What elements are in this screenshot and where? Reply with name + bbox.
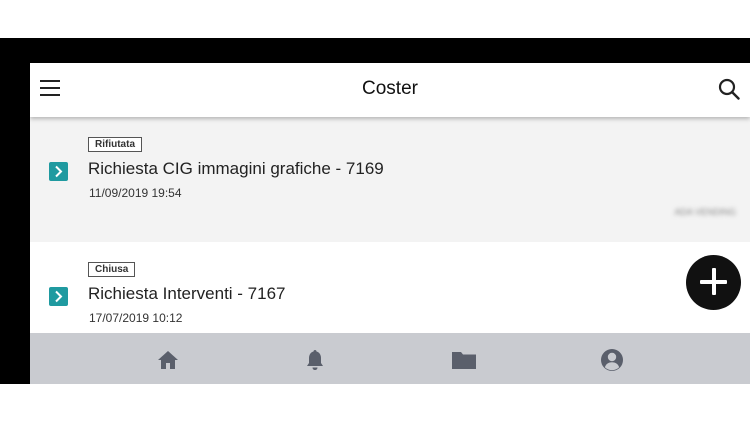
home-icon[interactable] (156, 348, 180, 372)
bottom-navigation (30, 333, 750, 384)
list-item[interactable]: Rifiutata Richiesta CIG immagini grafich… (30, 117, 750, 242)
folder-icon[interactable] (451, 348, 477, 372)
company-name: ADA VENDING (674, 207, 736, 217)
list-item[interactable]: Chiusa Richiesta Interventi - 7167 17/07… (30, 242, 750, 334)
search-icon[interactable] (718, 78, 740, 100)
request-date: 17/07/2019 10:12 (89, 311, 183, 325)
chevron-right-icon[interactable] (49, 287, 68, 306)
request-list: Rifiutata Richiesta CIG immagini grafich… (30, 117, 750, 334)
user-account-icon[interactable] (600, 348, 624, 372)
request-date: 11/09/2019 19:54 (89, 186, 182, 200)
request-title: Richiesta Interventi - 7167 (88, 284, 286, 303)
chevron-right-icon[interactable] (49, 162, 68, 181)
add-request-button[interactable] (686, 255, 741, 310)
status-badge: Rifiutata (88, 137, 142, 152)
request-title: Richiesta CIG immagini grafiche - 7169 (88, 159, 384, 178)
bell-icon[interactable] (303, 348, 327, 372)
status-badge: Chiusa (88, 262, 136, 277)
app-bar: Coster (30, 63, 750, 117)
app-title: Coster (362, 78, 418, 99)
app-screen: Coster Rifiutata Richiesta CIG immagini … (30, 63, 750, 384)
